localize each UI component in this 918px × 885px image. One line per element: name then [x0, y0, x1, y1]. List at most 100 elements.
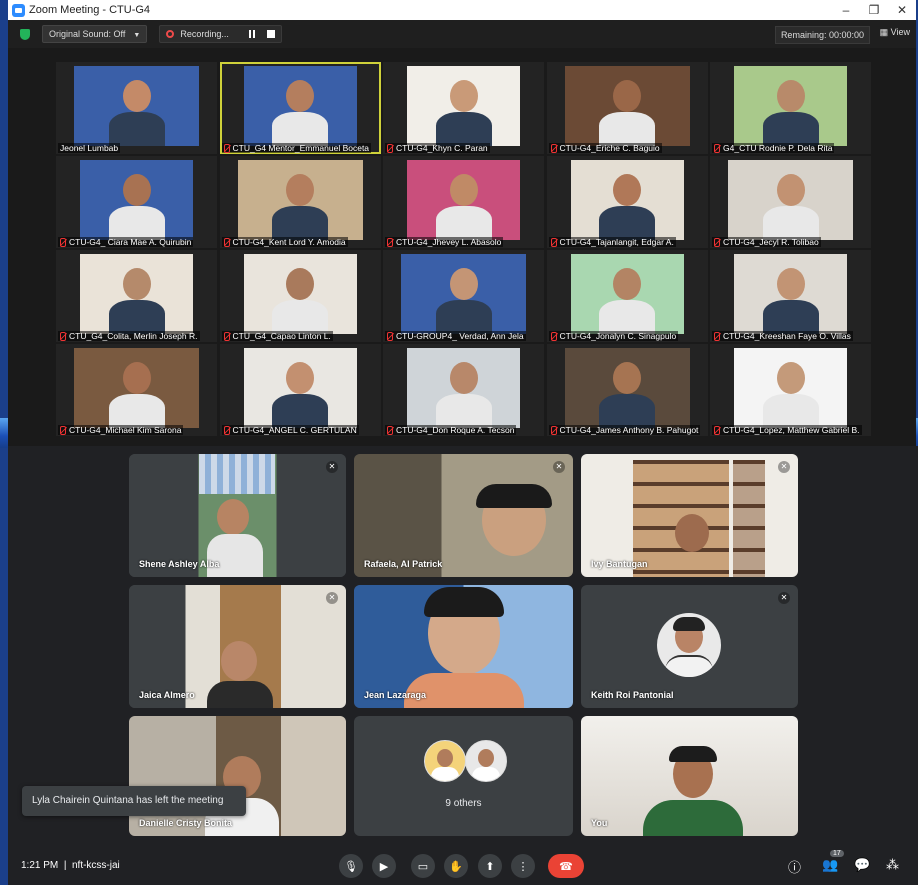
- zoom-participant-name-text: CTU-G4_Tajanlangit, Edgar A.: [559, 237, 674, 247]
- info-icon[interactable]: ⓘ: [788, 857, 801, 876]
- zoom-participant-tile[interactable]: CTU-G4_Eriche C. Baguio: [546, 62, 708, 154]
- people-icon[interactable]: 👥 17: [822, 850, 844, 873]
- original-sound-label: Original Sound: Off: [49, 29, 126, 39]
- participant-body: [435, 394, 492, 428]
- meet-tile[interactable]: Danielle Cristy Bonita: [129, 716, 346, 836]
- zoom-participant-name: CTU-G4_ANGEL C. GERTULAN: [221, 425, 359, 435]
- zoom-participant-tile[interactable]: CTU-G4_Kreeshan Faye O. Villas: [710, 250, 871, 342]
- zoom-participant-name-text: CTU_G4_Colita, Merlin Joseph R.: [69, 331, 198, 341]
- meet-tile-self[interactable]: You: [581, 716, 798, 836]
- participant-head: [286, 80, 314, 112]
- end-call-icon[interactable]: ☎: [548, 854, 584, 878]
- participant-body: [435, 112, 492, 146]
- mic-off-icon: ✕: [326, 592, 338, 604]
- remaining-timer: Remaining: 00:00:00: [774, 26, 870, 44]
- participant-head: [449, 362, 478, 394]
- zoom-participant-tile[interactable]: CTU-G4_Tajanlangit, Edgar A.: [546, 156, 708, 248]
- zoom-participant-name: CTU-G4_ Ciara Mae A. Quirubin: [58, 237, 194, 247]
- mic-muted-icon: [223, 143, 230, 153]
- avatar: [657, 613, 721, 677]
- participant-head: [122, 362, 151, 394]
- recording-label: Recording...: [180, 29, 229, 39]
- original-sound-button[interactable]: Original Sound: Off ▼: [42, 25, 148, 43]
- zoom-participant-tile[interactable]: CTU_G4_Colita, Merlin Joseph R.: [56, 250, 217, 342]
- captions-icon[interactable]: ▭: [411, 854, 435, 878]
- chat-icon[interactable]: 💬: [854, 857, 870, 873]
- zoom-participant-tile[interactable]: CTU-G4_Don Roque A. Tecson: [383, 344, 544, 436]
- participant-head: [122, 268, 151, 300]
- participant-body: [599, 112, 655, 146]
- participant-body: [272, 206, 328, 240]
- meet-tile[interactable]: ✕ Ivy Bantugan: [581, 454, 798, 577]
- avatar: [465, 740, 507, 782]
- zoom-participant-tile[interactable]: G4_CTU Rodnie P. Dela Rita: [710, 62, 871, 154]
- view-button[interactable]: ▦ View: [880, 27, 910, 38]
- zoom-participant-tile[interactable]: CTU-G4_ANGEL C. GERTULAN: [219, 344, 381, 436]
- participant-head: [449, 268, 478, 300]
- present-icon[interactable]: ⬆: [478, 854, 502, 878]
- zoom-participant-name-text: CTU-G4_ANGEL C. GERTULAN: [232, 425, 357, 435]
- zoom-participant-name: CTU-GROUP4_ Verdad, Ann Jela: [385, 331, 526, 341]
- zoom-participant-tile[interactable]: CTU_G4_Capao Linton L.: [219, 250, 381, 342]
- more-options-icon[interactable]: ⋮: [511, 854, 535, 878]
- chevron-down-icon[interactable]: ▼: [133, 32, 140, 39]
- zoom-participant-name-text: CTU_G4_Capao Linton L.: [232, 331, 331, 341]
- zoom-participant-tile[interactable]: CTU-GROUP4_ Verdad, Ann Jela: [383, 250, 544, 342]
- zoom-participant-tile[interactable]: CTU-G4_James Anthony B. Pahugot: [546, 344, 708, 436]
- meet-tile[interactable]: ✕ Jaica Almero: [129, 585, 346, 708]
- maximize-icon[interactable]: ❐: [860, 3, 888, 17]
- participant-head: [122, 80, 151, 112]
- grid-icon: ▦: [879, 27, 889, 37]
- raise-hand-icon[interactable]: ✋: [444, 854, 468, 878]
- zoom-participant-name-text: CTU-G4_ Ciara Mae A. Quirubin: [69, 237, 192, 247]
- zoom-participant-tile[interactable]: CTU-G4_Michael Kim Sarona: [56, 344, 217, 436]
- close-icon[interactable]: ✕: [888, 3, 916, 17]
- minimize-icon[interactable]: –: [832, 3, 860, 17]
- zoom-participant-tile[interactable]: CTU-G4_Jonalyn C. Sinagpulo: [546, 250, 708, 342]
- zoom-participant-name: CTU_G4 Mentor_Emmanuel Boceta: [221, 143, 372, 153]
- zoom-participant-name: CTU-G4_Kent Lord Y. Amodia: [221, 237, 348, 247]
- zoom-participant-tile[interactable]: CTU-G4_Lopez, Matthew Gabriel B.: [710, 344, 871, 436]
- activities-icon[interactable]: ⁂: [886, 857, 899, 873]
- meet-tile[interactable]: ✕ Rafaela, Al Patrick: [354, 454, 573, 577]
- camera-icon[interactable]: ▶: [372, 854, 396, 878]
- mic-off-icon: ✕: [778, 461, 790, 473]
- security-shield-icon[interactable]: [20, 28, 30, 40]
- mic-muted-icon: [387, 425, 393, 435]
- zoom-participant-tile[interactable]: Jeonel Lumbab: [56, 62, 217, 154]
- zoom-participant-tile[interactable]: CTU_G4 Mentor_Emmanuel Boceta: [219, 62, 381, 154]
- mic-muted-icon: [387, 143, 393, 153]
- zoom-participant-tile[interactable]: CTU-G4_ Ciara Mae A. Quirubin: [56, 156, 217, 248]
- meet-tile-name: Danielle Cristy Bonita: [139, 818, 233, 828]
- mic-muted-icon: [550, 331, 557, 341]
- mic-muted-icon: [60, 237, 66, 247]
- meet-tile-name: Rafaela, Al Patrick: [364, 559, 443, 569]
- zoom-participant-tile[interactable]: CTU-G4_Jecyl R. Tolibao: [710, 156, 871, 248]
- meet-tile[interactable]: 9 others: [354, 716, 573, 836]
- participant-video: [564, 348, 690, 428]
- zoom-participant-tile[interactable]: CTU-G4_Khyn C. Paran: [383, 62, 544, 154]
- participant-video: [570, 254, 684, 334]
- participant-video: [734, 254, 847, 334]
- record-icon: [166, 30, 175, 38]
- meet-tile[interactable]: Jean Lazaraga: [354, 585, 573, 708]
- mic-icon[interactable]: 🎙: [339, 854, 363, 878]
- pause-icon[interactable]: [248, 30, 255, 38]
- participant-video: [728, 160, 853, 240]
- zoom-participant-name: Jeonel Lumbab: [58, 143, 121, 153]
- meet-tile-name: Jaica Almero: [139, 690, 195, 700]
- zoom-participant-tile[interactable]: CTU-G4_Jhevey L. Abasolo: [383, 156, 544, 248]
- meet-tile[interactable]: ✕ Shene Ashley Alba: [129, 454, 346, 577]
- participant-head: [122, 174, 151, 206]
- meet-tile[interactable]: ✕ Keith Roi Pantonial: [581, 585, 798, 708]
- avatar: [424, 740, 466, 782]
- participant-head: [286, 268, 314, 300]
- zoom-window: Zoom Meeting - CTU-G4 – ❐ ✕ Original Sou…: [8, 0, 916, 446]
- participant-body: [108, 112, 165, 146]
- window-titlebar: Zoom Meeting - CTU-G4 – ❐ ✕: [8, 0, 916, 20]
- zoom-participant-tile[interactable]: CTU-G4_Kent Lord Y. Amodia: [219, 156, 381, 248]
- stop-icon[interactable]: [266, 30, 275, 38]
- zoom-participant-name-text: CTU-G4_Kent Lord Y. Amodia: [232, 237, 346, 247]
- zoom-participant-name: CTU-G4_Jonalyn C. Sinagpulo: [548, 331, 679, 341]
- zoom-participant-name: CTU-G4_Michael Kim Sarona: [58, 425, 184, 435]
